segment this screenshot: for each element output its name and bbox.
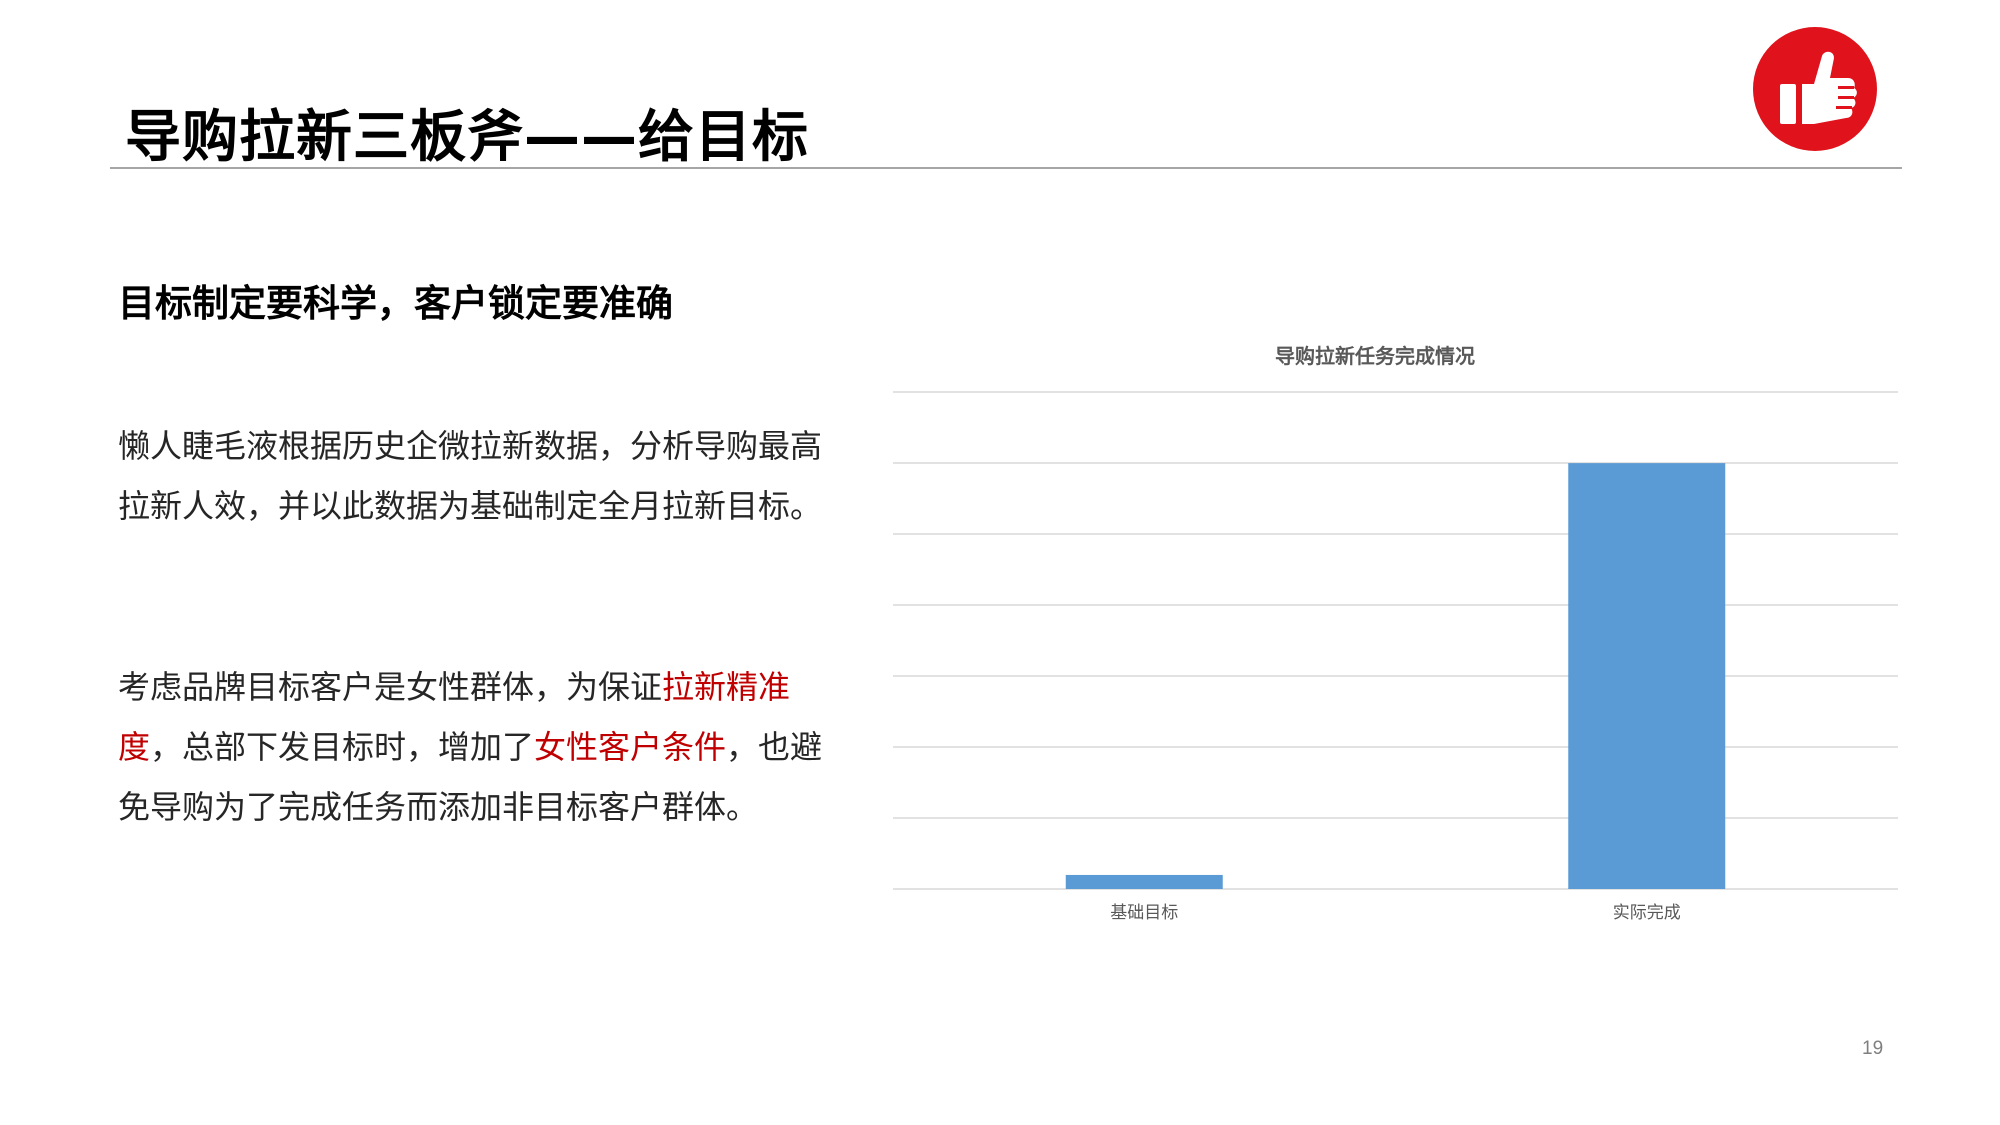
paragraph-2: 考虑品牌目标客户是女性群体，为保证拉新精准度，总部下发目标时，增加了女性客户条件… <box>118 657 838 837</box>
chart-gridlines <box>893 391 1898 890</box>
thumbs-up-icon <box>1753 27 1877 151</box>
paragraph-2-part-2: ，总部下发目标时，增加了 <box>150 728 535 766</box>
subheading: 目标制定要科学，客户锁定要准确 <box>118 282 673 325</box>
title-divider <box>110 167 1902 169</box>
slide-title: 导购拉新三板斧——给目标 <box>125 105 809 170</box>
chart-category-label-1: 实际完成 <box>1613 903 1681 923</box>
highlight-female-condition: 女性客户条件 <box>534 728 727 766</box>
page-number: 19 <box>1862 1038 1884 1059</box>
chart-category-labels: 基础目标 实际完成 <box>1110 903 1681 923</box>
chart-bar-1 <box>1568 463 1726 889</box>
paragraph-2-part-1: 考虑品牌目标客户是女性群体，为保证 <box>118 668 663 706</box>
paragraph-1: 懒人睫毛液根据历史企微拉新数据，分析导购最高拉新人效，并以此数据为基础制定全月拉… <box>118 427 823 525</box>
task-completion-chart: 导购拉新任务完成情况 基础目标 实际完成 <box>893 344 1898 923</box>
slide: 导购拉新三板斧——给目标 目标制定要科学，客户锁定要准确 懒人睫毛液根据历史企微… <box>0 0 2000 1125</box>
chart-bar-0 <box>1065 874 1223 889</box>
chart-category-label-0: 基础目标 <box>1110 903 1178 923</box>
chart-title: 导购拉新任务完成情况 <box>1275 344 1475 368</box>
